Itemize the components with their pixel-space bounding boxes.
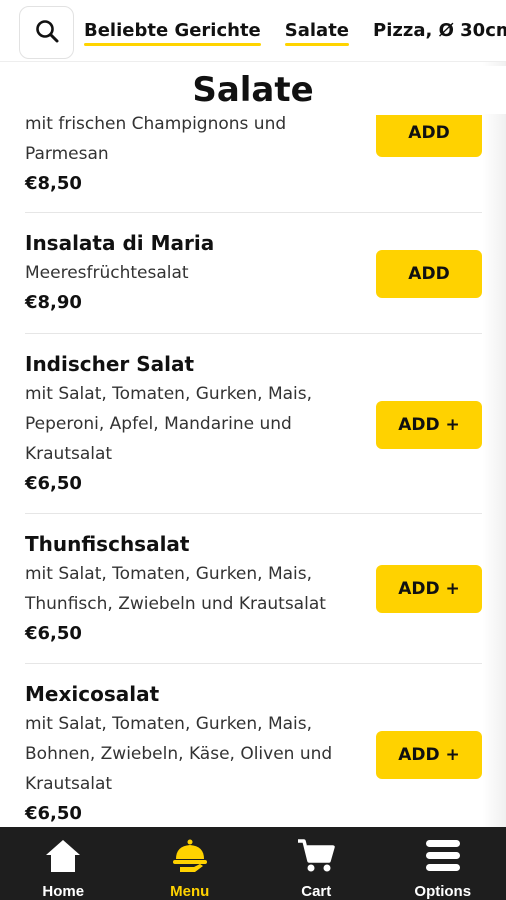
bottom-navigation: Home Menu Cart Options (0, 827, 506, 900)
add-button[interactable]: ADD (376, 115, 482, 157)
nav-cart-label: Cart (301, 883, 332, 900)
home-icon (43, 837, 83, 879)
add-button[interactable]: ADD (376, 250, 482, 298)
tab-beliebte-gerichte[interactable]: Beliebte Gerichte (84, 0, 285, 62)
nav-options[interactable]: Options (380, 827, 506, 900)
tab-salate[interactable]: Salate (284, 0, 373, 62)
cart-icon (296, 837, 336, 879)
item-description: mit Salat, Tomaten, Gurken, Mais, Pepero… (25, 384, 313, 464)
item-description: mit frischen Champignons und Parmesan (25, 115, 287, 164)
item-name: Mexicosalat (25, 682, 160, 706)
list-item[interactable]: mit frischen Champignons und Parmesan €8… (25, 115, 482, 213)
item-price: €8,50 (25, 173, 82, 194)
item-description: Meeresfrüchtesalat (25, 263, 189, 283)
section-title: Salate (0, 66, 506, 114)
item-name: Thunfischsalat (25, 532, 190, 556)
nav-menu[interactable]: Menu (127, 827, 254, 900)
item-name: Indischer Salat (25, 352, 195, 376)
category-tabs: Beliebte Gerichte Salate Pizza, Ø 30cm (84, 0, 506, 62)
list-item[interactable]: Indischer Salat mit Salat, Tomaten, Gurk… (25, 334, 482, 514)
nav-home[interactable]: Home (0, 827, 127, 900)
dish-icon (170, 837, 210, 879)
list-item[interactable]: Mexicosalat mit Salat, Tomaten, Gurken, … (25, 664, 482, 827)
item-description: mit Salat, Tomaten, Gurken, Mais, Bohnen… (25, 714, 333, 794)
add-to-cart-options-button[interactable]: ADD + (376, 401, 482, 449)
list-item[interactable]: Thunfischsalat mit Salat, Tomaten, Gurke… (25, 514, 482, 664)
add-to-cart-options-button[interactable]: ADD + (376, 565, 482, 613)
nav-cart[interactable]: Cart (253, 827, 380, 900)
tab-pizza[interactable]: Pizza, Ø 30cm (373, 0, 506, 62)
nav-options-label: Options (414, 883, 472, 900)
nav-menu-label: Menu (170, 883, 210, 900)
menu-icon (423, 837, 463, 879)
category-bar: Beliebte Gerichte Salate Pizza, Ø 30cm (0, 0, 506, 62)
list-item[interactable]: Insalata di Maria Meeresfrüchtesalat €8,… (25, 213, 482, 334)
search-button[interactable] (19, 6, 74, 59)
item-price: €6,50 (25, 473, 82, 494)
item-description: mit Salat, Tomaten, Gurken, Mais, Thunfi… (25, 564, 326, 614)
item-price: €6,50 (25, 803, 82, 824)
menu-item-list[interactable]: mit frischen Champignons und Parmesan €8… (0, 115, 506, 827)
search-icon (34, 18, 60, 48)
add-to-cart-options-button[interactable]: ADD + (376, 731, 482, 779)
item-price: €6,50 (25, 623, 82, 644)
nav-home-label: Home (42, 883, 85, 900)
